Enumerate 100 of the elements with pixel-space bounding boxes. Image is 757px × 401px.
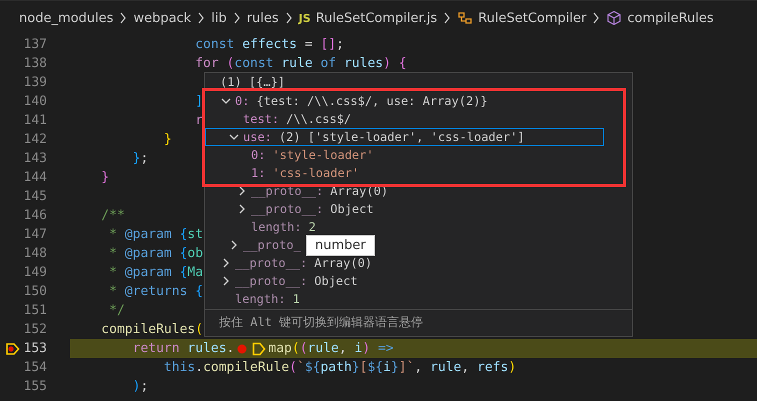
code-token: ob [187, 245, 204, 263]
current-line-icon [6, 342, 20, 354]
cube-icon [606, 10, 622, 26]
code-token: } [100, 169, 110, 187]
code-token: rules [344, 55, 384, 73]
code-token: map [268, 340, 292, 358]
breadcrumb-item[interactable]: compileRules [606, 10, 714, 26]
code-token: Ma [187, 264, 204, 282]
code-token: ${ [367, 359, 384, 377]
code-token: rule [281, 55, 314, 73]
code-token: { [180, 245, 188, 263]
breadcrumb-item[interactable]: lib [211, 10, 227, 26]
tree-item[interactable]: test: /\\.css$/ [243, 110, 352, 128]
line-number: 155 [22, 378, 47, 396]
code-token: @param [124, 264, 173, 282]
code-token: ) [508, 359, 516, 377]
breadcrumb-item[interactable]: node_modules [19, 10, 114, 26]
code-token: effects [242, 36, 297, 54]
line-number: 147 [22, 226, 47, 244]
code-token: { [180, 226, 188, 244]
code-token: /** [100, 207, 125, 225]
chevron-icon [443, 12, 452, 24]
line-number: 137 [22, 36, 47, 54]
code-token: const [234, 55, 275, 73]
code-token: const [194, 36, 236, 54]
code-token: } [162, 131, 172, 149]
line-number: 153 [22, 340, 47, 358]
line-number: 146 [22, 207, 47, 225]
code-token: { [195, 283, 204, 301]
hover-hint: 按住 Alt 键可切换到编辑器语言悬停 [205, 309, 632, 336]
code-token: } [390, 359, 399, 377]
code-token: of [320, 55, 338, 73]
tree-item[interactable]: 0: 'style-loader' [251, 146, 374, 164]
chevron-icon [232, 12, 241, 24]
code-token: ) { [383, 55, 407, 73]
code-token: , [414, 359, 424, 377]
tree-item[interactable]: __proto__: Array(0) [235, 254, 372, 272]
code-token: r [194, 112, 204, 130]
tree-item[interactable]: __proto__: Array(0) [251, 182, 388, 200]
code-token: * [108, 226, 118, 244]
code-token: => [376, 340, 394, 358]
tree-item[interactable]: length: 1 [235, 290, 300, 308]
line-number: 138 [22, 55, 47, 73]
code-token: ) [362, 340, 370, 358]
line-number: 140 [22, 93, 47, 111]
code-token: ( [195, 321, 204, 339]
code-token: @param [124, 226, 173, 244]
tooltip: number [306, 235, 375, 256]
tree-item[interactable]: use: (2) ['style-loader', 'css-loader'] [243, 128, 525, 146]
line-number: 149 [22, 264, 47, 282]
code-token: ${ [304, 359, 320, 377]
code-token: * [108, 245, 118, 263]
line-number: 148 [22, 245, 47, 263]
code-token: this [162, 359, 196, 377]
tree-item[interactable]: __proto_ [243, 236, 301, 254]
line-number: 144 [22, 169, 47, 187]
chevron-icon [197, 12, 206, 24]
code-token: [] [320, 36, 336, 54]
tree-item[interactable]: 0: {test: /\\.css$/, use: Array(2)} [235, 92, 488, 110]
code-token: i [354, 340, 362, 358]
code-token: ( [289, 359, 297, 377]
code-token: */ [108, 302, 125, 320]
code-token: ( [300, 340, 308, 358]
code-token: = [304, 36, 314, 54]
tree-item[interactable]: __proto__: Object [251, 200, 374, 218]
code-token: * [108, 283, 118, 301]
code-token: ]` [398, 359, 414, 377]
selected-tree-row[interactable]: use: (2) ['style-loader', 'css-loader'] [205, 128, 604, 146]
code-token: , [338, 340, 348, 358]
breakpoint-dot-icon[interactable] [236, 342, 248, 354]
tree-item[interactable]: 1: 'css-loader' [251, 164, 360, 182]
code-token: rule [308, 340, 339, 358]
code-token: rules [187, 340, 227, 358]
code-token: ) [132, 378, 140, 396]
breadcrumb-item[interactable]: JS RuleSetCompiler.js [298, 10, 438, 26]
breadcrumb-item[interactable]: webpack [133, 10, 192, 26]
line-number: 142 [22, 131, 47, 149]
code-token: ( [292, 340, 300, 358]
line-number: 154 [22, 359, 47, 377]
code-token: ; [140, 378, 148, 396]
line-number: 151 [22, 302, 47, 320]
line-number: 152 [22, 321, 47, 339]
code-token: for [194, 55, 220, 73]
breadcrumb-item[interactable]: RuleSetCompiler [457, 10, 586, 26]
class-icon [457, 10, 474, 26]
code-token: ( [226, 55, 234, 73]
tree-item[interactable]: length: 2 [251, 218, 316, 236]
code-token: path [320, 359, 352, 377]
code-token: [ [360, 359, 368, 377]
code-token: } [352, 359, 360, 377]
chevron-icon [284, 12, 293, 24]
breadcrumb-item[interactable]: rules [246, 10, 279, 26]
stop-marker-icon[interactable] [252, 342, 266, 356]
line-number: 141 [22, 112, 47, 130]
line-number: 145 [22, 188, 47, 206]
code-token: , [461, 359, 470, 377]
code-token: * [108, 264, 118, 282]
tree-item[interactable]: __proto__: Object [235, 272, 358, 290]
line-number: 143 [22, 150, 47, 168]
chevron-icon [119, 12, 128, 24]
